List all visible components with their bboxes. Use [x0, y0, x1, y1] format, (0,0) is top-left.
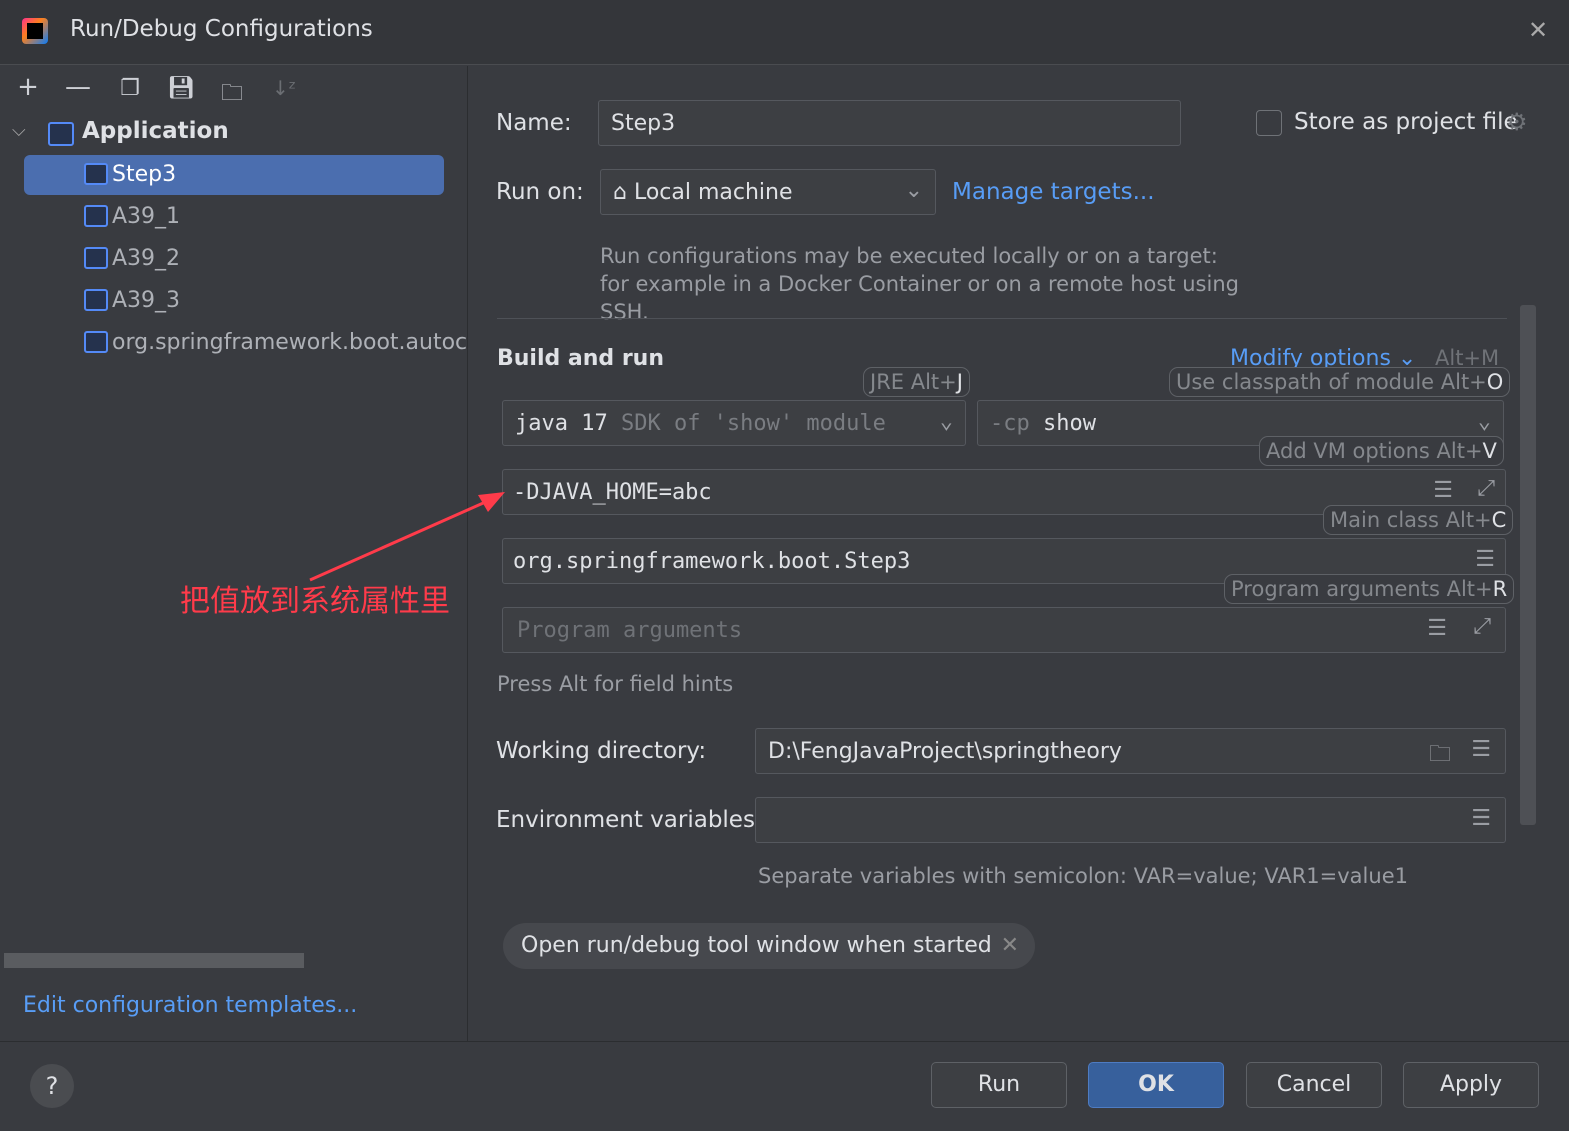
- list-icon[interactable]: ☰: [1427, 616, 1447, 641]
- application-icon: [84, 163, 108, 185]
- program-args-hint-pill: Program arguments Alt+R: [1224, 574, 1515, 604]
- tree-item-step3[interactable]: Step3: [24, 155, 444, 195]
- apply-button[interactable]: Apply: [1403, 1062, 1539, 1108]
- pill-text: Add VM options Alt+: [1266, 439, 1483, 463]
- remove-icon[interactable]: —: [60, 72, 96, 102]
- program-args-placeholder: Program arguments: [517, 618, 743, 643]
- expand-icon[interactable]: ⤢: [1477, 476, 1495, 501]
- jre-dropdown[interactable]: java 17 SDK of 'show' module ⌄: [502, 400, 966, 446]
- chevron-down-icon: ⌄: [904, 178, 923, 203]
- workdir-input[interactable]: D:\FengJavaProject\springtheory 🗀 ☰: [755, 728, 1506, 774]
- gear-icon[interactable]: ⚙: [1506, 108, 1528, 136]
- alt-hint: Press Alt for field hints: [497, 672, 734, 696]
- chevron-down-icon[interactable]: ⌵: [12, 120, 26, 141]
- edit-templates-link[interactable]: Edit configuration templates...: [23, 993, 357, 1018]
- env-help: Separate variables with semicolon: VAR=v…: [758, 864, 1408, 888]
- annotation-arrow: [309, 492, 505, 582]
- cp-value: show: [1043, 411, 1096, 436]
- run-on-help: Run configurations may be executed local…: [600, 244, 1239, 324]
- run-on-dropdown[interactable]: ⌂ Local machine ⌄: [600, 169, 936, 215]
- program-args-input[interactable]: Program arguments ☰ ⤢: [502, 607, 1506, 653]
- store-label[interactable]: Store as project file: [1294, 109, 1518, 135]
- jre-hint-pill: JRE Alt+J: [863, 367, 970, 397]
- list-icon[interactable]: ☰: [1471, 737, 1491, 762]
- list-icon[interactable]: ☰: [1475, 547, 1495, 572]
- tree-item[interactable]: org.springframework.boot.autoco: [24, 323, 468, 363]
- list-icon[interactable]: ☰: [1471, 806, 1491, 831]
- workdir-value: D:\FengJavaProject\springtheory: [768, 739, 1122, 764]
- cp-prefix: -cp: [990, 411, 1030, 436]
- name-label: Name:: [496, 110, 572, 136]
- chevron-down-icon: ⌄: [1477, 409, 1491, 434]
- tree-item-label: A39_2: [112, 246, 181, 271]
- classpath-hint-pill: Use classpath of module Alt+O: [1169, 367, 1511, 397]
- application-icon: [84, 247, 108, 269]
- tree-item[interactable]: A39_1: [24, 197, 444, 237]
- vm-hint-pill: Add VM options Alt+V: [1259, 436, 1504, 466]
- pill-text: Program arguments Alt+: [1231, 577, 1493, 601]
- close-icon[interactable]: ✕: [1528, 16, 1548, 44]
- main-class-hint-pill: Main class Alt+C: [1323, 505, 1514, 535]
- env-label: Environment variables:: [496, 807, 763, 833]
- vertical-scrollbar[interactable]: [1520, 305, 1536, 825]
- section-title: Build and run: [497, 346, 665, 371]
- manage-targets-link[interactable]: Manage targets...: [952, 179, 1155, 205]
- env-input[interactable]: ☰: [755, 797, 1506, 843]
- name-input[interactable]: Step3: [598, 100, 1181, 146]
- application-folder-icon: [48, 122, 74, 146]
- window-title: Run/Debug Configurations: [70, 16, 373, 42]
- intellij-logo-icon: [22, 18, 48, 44]
- application-icon: [84, 205, 108, 227]
- vm-options-value: -DJAVA_HOME=abc: [513, 480, 712, 505]
- tree-group-application[interactable]: Application: [82, 118, 229, 144]
- divider: [497, 318, 1507, 319]
- pill-key: V: [1482, 439, 1497, 463]
- pill-text: Main class Alt+: [1330, 508, 1492, 532]
- tree-item-label: Step3: [112, 162, 177, 187]
- tree-item[interactable]: A39_2: [24, 239, 444, 279]
- run-on-value: Local machine: [633, 180, 793, 205]
- tree-item-label: A39_3: [112, 288, 181, 313]
- option-chip[interactable]: Open run/debug tool window when started ✕: [503, 923, 1035, 969]
- application-icon: [84, 289, 108, 311]
- application-icon: [84, 331, 108, 353]
- help-button[interactable]: ?: [30, 1064, 74, 1108]
- close-icon[interactable]: ✕: [1001, 933, 1019, 958]
- pill-key: R: [1492, 577, 1508, 601]
- tree-item[interactable]: A39_3: [24, 281, 444, 321]
- pill-key: O: [1486, 370, 1504, 394]
- expand-icon[interactable]: ⤢: [1473, 614, 1491, 639]
- pill-key: C: [1491, 508, 1507, 532]
- pill-text: Use classpath of module Alt+: [1176, 370, 1487, 394]
- pill-text: JRE Alt+: [870, 370, 957, 394]
- copy-icon[interactable]: ❐: [112, 76, 148, 101]
- arrow-line: [309, 498, 491, 582]
- jre-value: java 17: [515, 411, 608, 436]
- chip-label: Open run/debug tool window when started: [521, 933, 992, 958]
- home-icon: ⌂: [613, 180, 627, 205]
- main-class-value: org.springframework.boot.Step3: [513, 549, 911, 574]
- pill-key: J: [956, 370, 963, 394]
- workdir-label: Working directory:: [496, 738, 707, 764]
- sort-icon[interactable]: ↓ᶻ: [266, 76, 302, 100]
- jre-hint: SDK of 'show' module: [620, 411, 886, 436]
- new-folder-icon[interactable]: 🗀: [214, 76, 250, 114]
- horizontal-scrollbar[interactable]: [4, 953, 304, 968]
- tree-item-label: A39_1: [112, 204, 181, 229]
- tree-item-label: org.springframework.boot.autoco: [112, 330, 468, 355]
- cancel-button[interactable]: Cancel: [1246, 1062, 1382, 1108]
- name-value: Step3: [611, 111, 676, 136]
- add-icon[interactable]: +: [10, 72, 46, 102]
- save-icon[interactable]: 💾︎: [163, 76, 199, 101]
- run-button[interactable]: Run: [931, 1062, 1067, 1108]
- chevron-down-icon: ⌄: [939, 409, 953, 434]
- store-checkbox[interactable]: [1256, 110, 1282, 136]
- run-on-label: Run on:: [496, 179, 584, 205]
- list-icon[interactable]: ☰: [1433, 478, 1453, 503]
- ok-button[interactable]: OK: [1088, 1062, 1224, 1108]
- folder-icon[interactable]: 🗀: [1429, 737, 1451, 775]
